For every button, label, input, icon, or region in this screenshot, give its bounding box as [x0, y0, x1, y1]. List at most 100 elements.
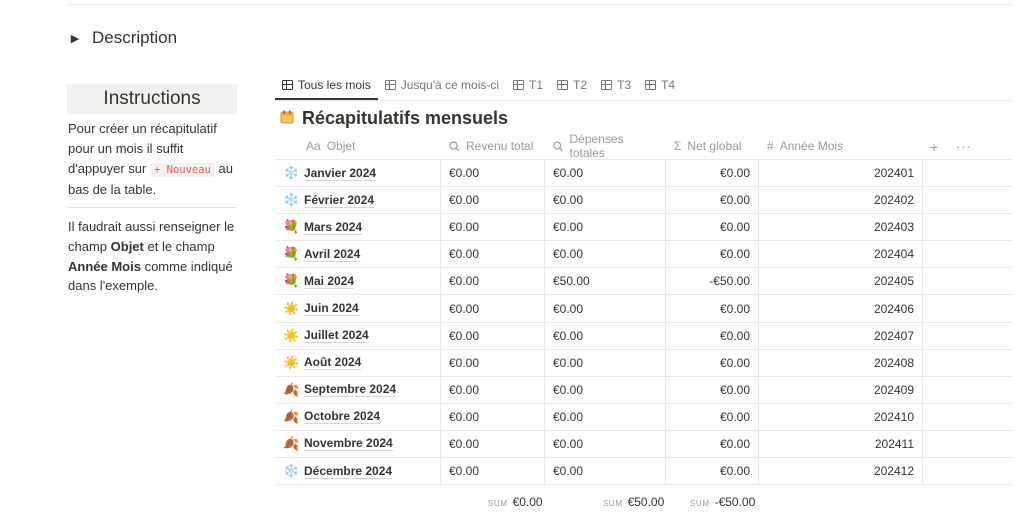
toggle-triangle-icon[interactable]: ▶: [68, 32, 82, 45]
cell-depenses[interactable]: €0.00: [545, 295, 666, 322]
cell-objet[interactable]: 🍂 Novembre 2024: [275, 430, 441, 458]
cell-net[interactable]: €0.00: [666, 430, 759, 458]
cell-revenu[interactable]: €0.00: [441, 295, 545, 322]
cell-annee-mois[interactable]: 202404: [759, 241, 923, 268]
row-title-link[interactable]: Octobre 2024: [304, 409, 381, 425]
cell-objet[interactable]: 💐 Mai 2024: [275, 268, 441, 295]
table-row[interactable]: ☀️ Juin 2024 €0.00 €0.00 €0.00 202406: [275, 295, 1013, 323]
description-toggle[interactable]: ▶ Description: [68, 28, 177, 48]
sum-revenu[interactable]: SUM €0.00: [488, 495, 543, 509]
tab-t3[interactable]: T3: [594, 70, 638, 100]
cell-annee-mois[interactable]: 202408: [759, 349, 923, 376]
row-title-link[interactable]: Février 2024: [304, 193, 375, 208]
cell-net[interactable]: €0.00: [666, 376, 759, 403]
cell-objet[interactable]: 💐 Avril 2024: [275, 241, 441, 268]
cell-depenses[interactable]: €0.00: [545, 241, 666, 268]
row-title-link[interactable]: Mars 2024: [304, 220, 363, 235]
table-row[interactable]: ❄️ Février 2024 €0.00 €0.00 €0.00 202402: [275, 187, 1013, 215]
cell-depenses[interactable]: €0.00: [545, 458, 666, 485]
table-row[interactable]: ❄️ Janvier 2024 €0.00 €0.00 €0.00 202401: [275, 160, 1013, 188]
tab-t2[interactable]: T2: [550, 70, 594, 100]
cell-depenses[interactable]: €0.00: [545, 430, 666, 458]
cell-revenu[interactable]: €0.00: [441, 214, 545, 241]
cell-annee-mois[interactable]: 202403: [759, 214, 923, 241]
row-title-link[interactable]: Septembre 2024: [304, 382, 397, 398]
add-column-button[interactable]: +: [930, 139, 938, 155]
table-row[interactable]: 💐 Mars 2024 €0.00 €0.00 €0.00 202403: [275, 214, 1013, 242]
cell-objet[interactable]: ❄️ Février 2024: [275, 187, 441, 214]
database-title[interactable]: Récapitulatifs mensuels: [280, 108, 508, 129]
row-title-link[interactable]: Janvier 2024: [304, 166, 377, 181]
cell-net[interactable]: €0.00: [666, 187, 759, 214]
cell-net[interactable]: €0.00: [666, 458, 759, 485]
cell-objet[interactable]: 🍂 Septembre 2024: [275, 376, 441, 403]
cell-revenu[interactable]: €0.00: [441, 160, 545, 187]
cell-revenu[interactable]: €0.00: [441, 403, 545, 430]
tab-t1[interactable]: T1: [506, 70, 550, 100]
cell-depenses[interactable]: €0.00: [545, 349, 666, 376]
cell-revenu[interactable]: €0.00: [441, 430, 545, 458]
sum-net[interactable]: SUM -€50.00: [690, 495, 755, 509]
row-title-link[interactable]: Avril 2024: [304, 247, 361, 262]
cell-net[interactable]: €0.00: [666, 295, 759, 322]
cell-revenu[interactable]: €0.00: [441, 376, 545, 403]
table-row[interactable]: ☀️ Juillet 2024 €0.00 €0.00 €0.00 202407: [275, 322, 1013, 350]
cell-net[interactable]: €0.00: [666, 349, 759, 376]
column-header-annee-mois[interactable]: # Année Mois: [759, 133, 923, 159]
cell-net[interactable]: €0.00: [666, 160, 759, 187]
cell-objet[interactable]: 🍂 Octobre 2024: [275, 403, 441, 430]
column-header-objet[interactable]: Aa Objet: [275, 133, 441, 159]
row-title-link[interactable]: Août 2024: [304, 355, 362, 371]
cell-objet[interactable]: ☀️ Juin 2024: [275, 295, 441, 322]
cell-depenses[interactable]: €0.00: [545, 403, 666, 430]
cell-net[interactable]: €0.00: [666, 322, 759, 349]
cell-depenses[interactable]: €0.00: [545, 376, 666, 403]
row-title-link[interactable]: Mai 2024: [304, 274, 355, 289]
cell-annee-mois[interactable]: 202406: [759, 295, 923, 322]
cell-depenses[interactable]: €0.00: [545, 322, 666, 349]
row-title-link[interactable]: Juillet 2024: [304, 328, 369, 344]
cell-annee-mois[interactable]: 202411: [759, 430, 923, 458]
cell-annee-mois[interactable]: 202402: [759, 187, 923, 214]
tab-tous-les-mois[interactable]: Tous les mois: [275, 70, 378, 100]
row-title-link[interactable]: Novembre 2024: [304, 436, 393, 452]
table-row[interactable]: 🍂 Octobre 2024 €0.00 €0.00 €0.00 202410: [275, 403, 1013, 431]
table-row[interactable]: 🍂 Novembre 2024 €0.00 €0.00 €0.00 202411: [275, 430, 1013, 459]
cell-depenses[interactable]: €0.00: [545, 214, 666, 241]
cell-depenses[interactable]: €0.00: [545, 160, 666, 187]
row-title-link[interactable]: Décembre 2024: [304, 464, 393, 479]
row-title-link[interactable]: Juin 2024: [304, 301, 359, 317]
more-options-button[interactable]: ···: [956, 139, 972, 154]
cell-annee-mois[interactable]: 202410: [759, 403, 923, 430]
table-row[interactable]: 💐 Avril 2024 €0.00 €0.00 €0.00 202404: [275, 241, 1013, 269]
tab-t4[interactable]: T4: [638, 70, 682, 100]
cell-objet[interactable]: ☀️ Juillet 2024: [275, 322, 441, 349]
sum-depenses[interactable]: SUM €50.00: [603, 495, 664, 509]
cell-revenu[interactable]: €0.00: [441, 241, 545, 268]
tab-jusqu-a-ce-mois-ci[interactable]: Jusqu'à ce mois-ci: [378, 70, 506, 100]
cell-revenu[interactable]: €0.00: [441, 458, 545, 485]
cell-objet[interactable]: ❄️ Décembre 2024: [275, 458, 441, 485]
cell-objet[interactable]: ☀️ Août 2024: [275, 349, 441, 376]
cell-revenu[interactable]: €0.00: [441, 268, 545, 295]
cell-net[interactable]: €0.00: [666, 403, 759, 430]
table-row[interactable]: 🍂 Septembre 2024 €0.00 €0.00 €0.00 202409: [275, 376, 1013, 404]
cell-revenu[interactable]: €0.00: [441, 322, 545, 349]
cell-revenu[interactable]: €0.00: [441, 187, 545, 214]
cell-annee-mois[interactable]: 202407: [759, 322, 923, 349]
table-row[interactable]: ❄️ Décembre 2024 €0.00 €0.00 €0.00 202412: [275, 458, 1013, 486]
cell-depenses[interactable]: €0.00: [545, 187, 666, 214]
cell-annee-mois[interactable]: 202401: [759, 160, 923, 187]
column-header-depenses[interactable]: Dépenses totales: [545, 132, 666, 160]
cell-annee-mois[interactable]: 202412: [759, 458, 923, 485]
cell-net[interactable]: -€50.00: [666, 268, 759, 295]
cell-depenses[interactable]: €50.00: [545, 268, 666, 295]
cell-revenu[interactable]: €0.00: [441, 349, 545, 376]
cell-net[interactable]: €0.00: [666, 214, 759, 241]
cell-net[interactable]: €0.00: [666, 241, 759, 268]
column-header-net[interactable]: Σ Net global: [666, 133, 759, 159]
cell-annee-mois[interactable]: 202405: [759, 268, 923, 295]
cell-annee-mois[interactable]: 202409: [759, 376, 923, 403]
column-header-revenu[interactable]: Revenu total: [441, 133, 545, 159]
cell-objet[interactable]: 💐 Mars 2024: [275, 214, 441, 241]
